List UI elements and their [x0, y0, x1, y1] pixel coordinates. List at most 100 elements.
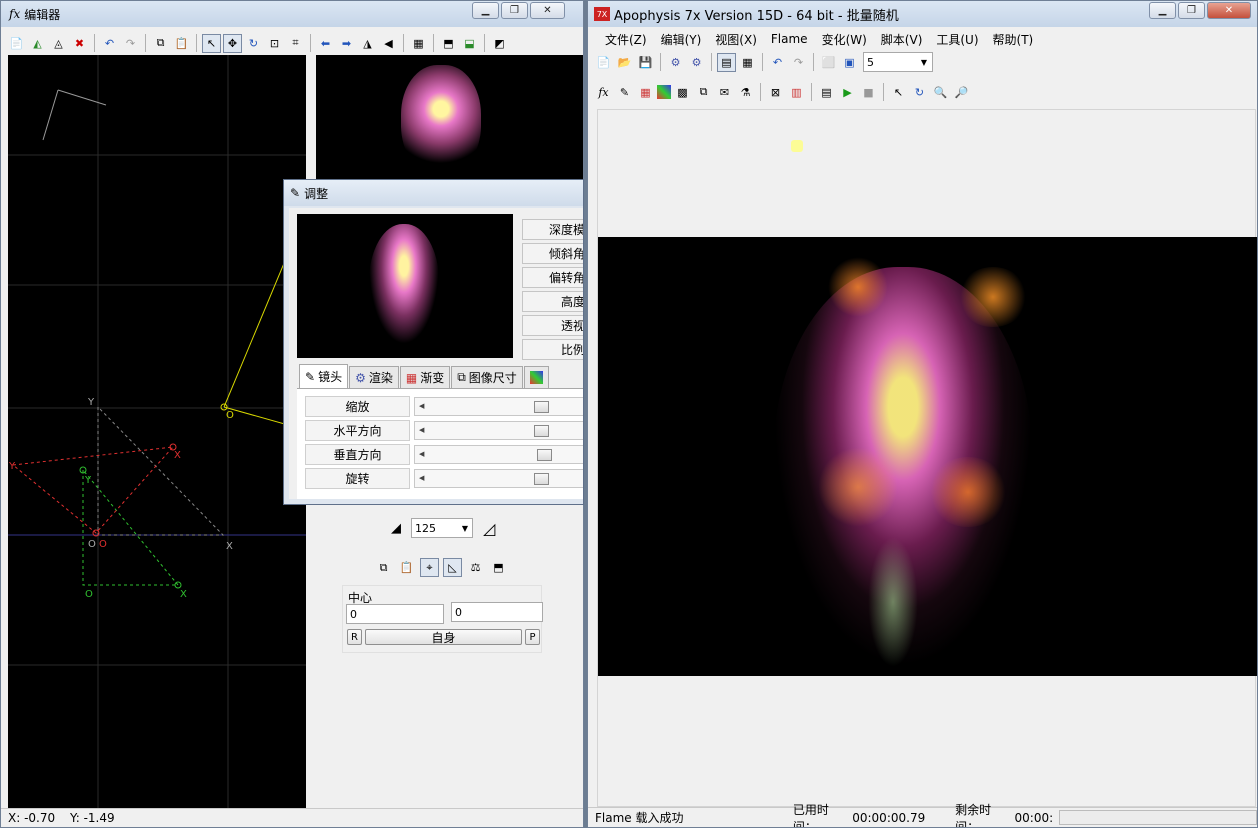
icon-view-icon[interactable]: ▦: [738, 53, 757, 72]
minimize-button[interactable]: ▁: [1149, 2, 1176, 19]
minimize-button[interactable]: ▁: [472, 2, 499, 19]
batch-count-combo[interactable]: 5 ▼: [863, 52, 933, 72]
perspective-button[interactable]: 透视: [522, 315, 583, 336]
reset-icon[interactable]: ◩: [490, 34, 509, 53]
main-titlebar[interactable]: 7X Apophysis 7x Version 15D - 64 bit - 批…: [588, 1, 1257, 27]
flip-horizontal-icon[interactable]: ◮: [358, 34, 377, 53]
maximize-button[interactable]: ❐: [1178, 2, 1205, 19]
green-triangle[interactable]: [82, 468, 180, 586]
center-y-input[interactable]: 0: [451, 602, 543, 622]
scale-up-icon[interactable]: ◿: [483, 519, 495, 538]
image-size-icon[interactable]: ⧉: [694, 83, 713, 102]
options-icon[interactable]: ⚗: [736, 83, 755, 102]
tab-more[interactable]: [523, 366, 549, 388]
scale-icon[interactable]: ⊡: [265, 34, 284, 53]
triangle-graph[interactable]: Y X X Y O Y X O O O: [8, 55, 307, 810]
rotate-left-icon[interactable]: ⬅: [316, 34, 335, 53]
scale-center-icon[interactable]: ⌗: [286, 34, 305, 53]
add-triangle-icon[interactable]: ◭: [28, 34, 47, 53]
rotation-slider[interactable]: ◀: [414, 468, 583, 488]
maximize-button[interactable]: ❐: [501, 2, 528, 19]
new-icon[interactable]: 📄: [594, 53, 613, 72]
rotate-right-icon[interactable]: ➡: [337, 34, 356, 53]
red-triangle[interactable]: [11, 446, 175, 534]
flame-preview[interactable]: [598, 237, 1257, 676]
tab-camera[interactable]: ✎ 镜头: [299, 364, 349, 388]
delete-triangle-icon[interactable]: ✖: [70, 34, 89, 53]
self-pivot-button[interactable]: 自身: [365, 629, 522, 645]
horizontal-slider[interactable]: ◀: [414, 420, 583, 440]
preview-icon[interactable]: ▣: [840, 53, 859, 72]
list-view-icon[interactable]: ▤: [717, 52, 736, 72]
pivot-post-icon[interactable]: ⬒: [489, 558, 508, 577]
menu-tools[interactable]: 工具(U): [929, 31, 985, 48]
frame-icon[interactable]: ▥: [787, 83, 806, 102]
palette-icon[interactable]: [657, 85, 671, 99]
undo-icon[interactable]: ↶: [100, 34, 119, 53]
copy-icon[interactable]: ⧉: [151, 34, 170, 53]
message-icon[interactable]: ✉: [715, 83, 734, 102]
menu-view[interactable]: 视图(X): [708, 31, 764, 48]
final-transform-icon[interactable]: ⬓: [460, 34, 479, 53]
grid-icon[interactable]: ▦: [409, 34, 428, 53]
scale-ratio-button[interactable]: 比例: [522, 339, 583, 360]
balance-icon[interactable]: ⚖: [466, 558, 485, 577]
stop-icon[interactable]: ■: [859, 83, 878, 102]
zoom-out-icon[interactable]: 🔎: [952, 83, 971, 102]
redo-icon[interactable]: ↷: [121, 34, 140, 53]
tab-render[interactable]: ⚙ 渲染: [349, 366, 399, 388]
menu-script[interactable]: 脚本(V): [874, 31, 930, 48]
yaw-button[interactable]: 偏转角: [522, 267, 583, 288]
select-icon[interactable]: ↖: [202, 33, 221, 53]
copy-icon[interactable]: ⧉: [374, 558, 393, 577]
paste-icon[interactable]: 📋: [172, 34, 191, 53]
menu-file[interactable]: 文件(Z): [598, 31, 654, 48]
new-triangle-icon[interactable]: 📄: [7, 34, 26, 53]
editor-titlebar[interactable]: 𝑓x 编辑器 ▁ ❐ ✕: [1, 1, 583, 27]
rotate-icon[interactable]: ↻: [244, 34, 263, 53]
slider-thumb[interactable]: [534, 472, 549, 485]
close-button[interactable]: ✕: [530, 2, 565, 19]
transparency-icon[interactable]: ⊠: [766, 83, 785, 102]
reset-pivot-button[interactable]: R: [347, 629, 362, 645]
mutate-icon[interactable]: ▩: [673, 83, 692, 102]
batch-render-icon[interactable]: ⚙: [687, 53, 706, 72]
fullscreen-icon[interactable]: ⬜: [819, 53, 838, 72]
menu-help[interactable]: 帮助(T): [986, 31, 1041, 48]
pitch-button[interactable]: 倾斜角: [522, 243, 583, 264]
pivot-center-icon[interactable]: ⌖: [420, 558, 439, 577]
script-icon[interactable]: ▤: [817, 83, 836, 102]
menu-edit[interactable]: 编辑(Y): [654, 31, 709, 48]
adjust-icon[interactable]: ✎: [615, 83, 634, 102]
open-icon[interactable]: 📂: [615, 53, 634, 72]
play-icon[interactable]: ▶: [838, 83, 857, 102]
slider-thumb[interactable]: [534, 424, 549, 437]
scale-combo[interactable]: 125 ▼: [411, 518, 473, 538]
pick-pivot-button[interactable]: P: [525, 629, 540, 645]
paste-icon[interactable]: 📋: [397, 558, 416, 577]
save-icon[interactable]: 💾: [636, 53, 655, 72]
slider-thumb[interactable]: [537, 448, 552, 461]
zoom-in-icon[interactable]: 🔍: [931, 83, 950, 102]
triangle-canvas[interactable]: Y X X Y O Y X O O O: [8, 55, 307, 810]
close-button[interactable]: ✕: [1207, 2, 1251, 19]
menu-variation[interactable]: 变化(W): [815, 31, 874, 48]
pivot-world-icon[interactable]: ◺: [443, 558, 462, 577]
duplicate-triangle-icon[interactable]: ◬: [49, 34, 68, 53]
height-button[interactable]: 高度: [522, 291, 583, 312]
undo-icon[interactable]: ↶: [768, 53, 787, 72]
post-transform-icon[interactable]: ⬒: [439, 34, 458, 53]
move-icon[interactable]: ✥: [223, 33, 242, 53]
flip-vertical-icon[interactable]: ◀: [379, 34, 398, 53]
redo-icon[interactable]: ↷: [789, 53, 808, 72]
rotate-icon[interactable]: ↻: [910, 83, 929, 102]
zoom-slider[interactable]: ◀: [414, 396, 583, 416]
fx-editor-icon[interactable]: 𝑓x: [594, 83, 613, 102]
depth-blur-button[interactable]: 深度模: [522, 219, 583, 240]
menu-flame[interactable]: Flame: [764, 32, 815, 46]
vertical-slider[interactable]: ◀: [414, 444, 583, 464]
gradient-icon[interactable]: ▦: [636, 83, 655, 102]
scale-down-icon[interactable]: ◢: [391, 521, 401, 536]
pointer-icon[interactable]: ↖: [889, 83, 908, 102]
center-x-input[interactable]: 0: [346, 604, 444, 624]
